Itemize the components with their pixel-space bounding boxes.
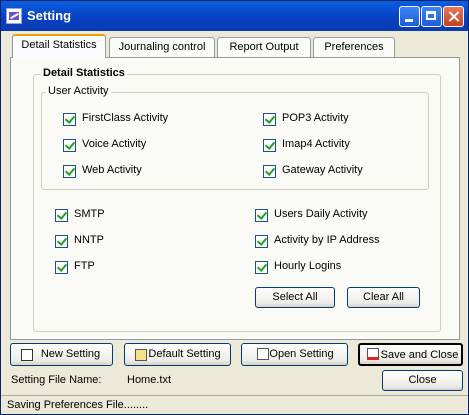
status-bar: Saving Preferences File........ xyxy=(1,395,468,415)
minimize-button[interactable] xyxy=(399,6,420,27)
voice-activity-checkbox[interactable] xyxy=(63,139,76,152)
imap4-activity-checkbox[interactable] xyxy=(263,139,276,152)
save-and-close-label: Save and Close xyxy=(380,349,459,361)
hourly-logins-checkbox[interactable] xyxy=(255,261,268,274)
open-setting-button[interactable]: Open Setting xyxy=(241,343,348,366)
smtp-label: SMTP xyxy=(74,208,105,220)
new-setting-button[interactable]: New Setting xyxy=(10,343,113,366)
user-activity-group: User Activity FirstClass Activity POP3 A… xyxy=(41,85,429,190)
close-button[interactable]: Close xyxy=(382,370,463,391)
title-bar[interactable]: Setting xyxy=(1,1,468,31)
web-activity-checkbox[interactable] xyxy=(63,165,76,178)
tab-report-output[interactable]: Report Output xyxy=(217,37,311,57)
setting-file-name-value: Home.txt xyxy=(127,374,172,386)
firstclass-activity-checkbox[interactable] xyxy=(63,113,76,126)
app-icon xyxy=(6,8,22,24)
maximize-button[interactable] xyxy=(421,6,442,27)
save-and-close-button[interactable]: Save and Close xyxy=(358,343,463,366)
tab-journaling-control[interactable]: Journaling control xyxy=(109,37,215,57)
new-setting-label: New Setting xyxy=(40,348,101,360)
web-activity-label: Web Activity xyxy=(82,164,142,176)
select-all-button[interactable]: Select All xyxy=(255,287,335,308)
hourly-logins-label: Hourly Logins xyxy=(274,260,342,272)
voice-activity-label: Voice Activity xyxy=(82,138,147,150)
clear-all-button[interactable]: Clear All xyxy=(347,287,420,308)
detail-statistics-legend: Detail Statistics xyxy=(41,67,127,79)
nntp-label: NNTP xyxy=(74,234,104,246)
gateway-activity-label: Gateway Activity xyxy=(282,164,363,176)
status-text: Saving Preferences File........ xyxy=(7,399,149,411)
pop3-activity-label: POP3 Activity xyxy=(282,112,349,124)
gateway-activity-checkbox[interactable] xyxy=(263,165,276,178)
open-file-icon xyxy=(257,348,269,360)
pop3-activity-checkbox[interactable] xyxy=(263,113,276,126)
save-file-icon xyxy=(367,348,379,360)
users-daily-activity-checkbox[interactable] xyxy=(255,209,268,222)
firstclass-activity-label: FirstClass Activity xyxy=(82,112,169,124)
open-setting-label: Open Setting xyxy=(269,348,334,360)
setting-file-name-label: Setting File Name: xyxy=(11,374,102,386)
tab-panel: Detail Statistics User Activity FirstCla… xyxy=(10,57,460,340)
tab-detail-statistics[interactable]: Detail Statistics xyxy=(12,34,106,58)
close-window-button[interactable] xyxy=(443,6,464,27)
ftp-checkbox[interactable] xyxy=(55,261,68,274)
detail-statistics-group: Detail Statistics User Activity FirstCla… xyxy=(33,67,441,332)
settings-window: Setting Detail Statistics Journaling con… xyxy=(0,0,469,415)
users-daily-activity-label: Users Daily Activity xyxy=(274,208,368,220)
imap4-activity-label: Imap4 Activity xyxy=(282,138,350,150)
activity-by-ip-checkbox[interactable] xyxy=(255,235,268,248)
window-title: Setting xyxy=(27,8,72,23)
user-activity-legend: User Activity xyxy=(46,85,111,97)
nntp-checkbox[interactable] xyxy=(55,235,68,248)
smtp-checkbox[interactable] xyxy=(55,209,68,222)
default-setting-label: Default Setting xyxy=(148,348,221,360)
tab-preferences[interactable]: Preferences xyxy=(313,37,395,57)
activity-by-ip-label: Activity by IP Address xyxy=(274,234,380,246)
new-document-icon xyxy=(21,349,33,361)
ftp-label: FTP xyxy=(74,260,95,272)
default-setting-icon xyxy=(135,349,147,361)
default-setting-button[interactable]: Default Setting xyxy=(124,343,231,366)
